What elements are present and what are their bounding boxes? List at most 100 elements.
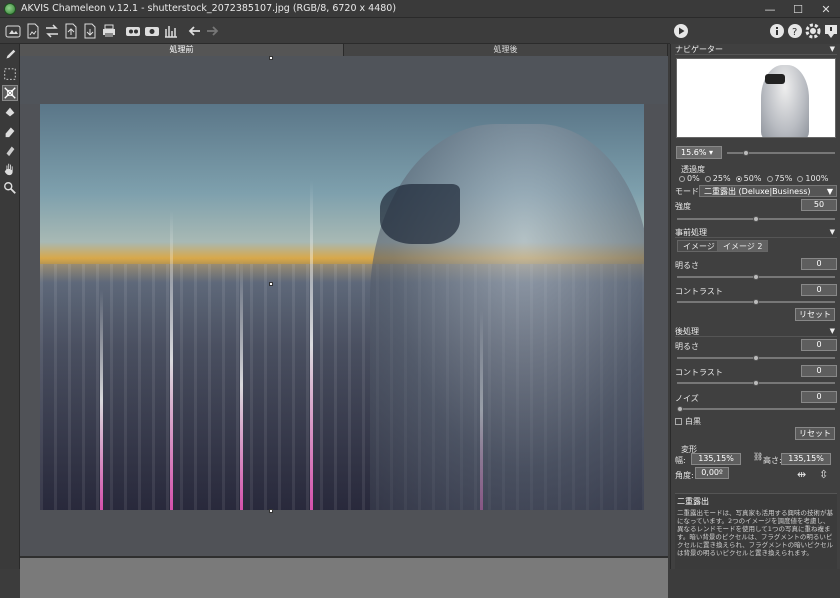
slider-knob[interactable]: [753, 380, 759, 386]
hand-tool-icon[interactable]: [2, 161, 18, 177]
post-processing-header[interactable]: 後処理 ▼: [675, 326, 837, 337]
load-fragment-icon[interactable]: [62, 22, 80, 40]
opacity-option-100[interactable]: 100%: [797, 174, 828, 183]
close-button[interactable]: ✕: [812, 0, 840, 18]
tab-before[interactable]: 処理前: [20, 44, 344, 56]
tab-after[interactable]: 処理後: [344, 44, 668, 56]
save-icon[interactable]: [81, 22, 99, 40]
navigator-preview[interactable]: [676, 58, 836, 138]
selection-tool-icon[interactable]: [2, 66, 18, 82]
strength-slider-knob[interactable]: [753, 216, 759, 222]
brush-tool-icon[interactable]: [2, 47, 18, 63]
help-title: 二重露出: [677, 497, 709, 506]
flip-vertical-icon[interactable]: ⇳: [819, 468, 828, 481]
slider-knob[interactable]: [753, 355, 759, 361]
slider-knob[interactable]: [677, 406, 683, 412]
pre-brightness-slider[interactable]: [677, 274, 835, 280]
tools-column: [0, 44, 20, 569]
fill-tool-icon[interactable]: [2, 104, 18, 120]
post-brightness-label: 明るさ: [675, 342, 699, 351]
flip-horizontal-icon[interactable]: ⇹: [797, 468, 806, 481]
before-after-tabs: 処理前 処理後: [20, 44, 668, 56]
angle-label: 角度:: [675, 471, 694, 480]
pre-brightness-value[interactable]: 0: [801, 258, 837, 270]
noise-slider[interactable]: [677, 406, 835, 412]
strength-slider[interactable]: [677, 216, 835, 222]
histogram-icon[interactable]: [162, 22, 180, 40]
post-brightness-slider[interactable]: [677, 355, 835, 361]
link-icon[interactable]: ⛓: [753, 452, 763, 461]
mode-label: モード: [675, 187, 699, 196]
collapse-icon[interactable]: ▼: [830, 326, 835, 337]
mode-dropdown[interactable]: 二重露出 (Deluxe|Business) ▼: [699, 185, 837, 197]
minimize-button[interactable]: —: [756, 0, 784, 18]
angle-value[interactable]: 0,00º: [695, 467, 729, 479]
swap-images-icon[interactable]: [43, 22, 61, 40]
opacity-option-75[interactable]: 75%: [766, 174, 792, 183]
tab-image-2[interactable]: イメージ 2: [717, 240, 769, 252]
composite-image[interactable]: [40, 104, 644, 510]
slider-knob[interactable]: [753, 299, 759, 305]
panel-toolbar: ?: [670, 18, 840, 44]
open-image-icon[interactable]: [24, 22, 42, 40]
title-bar: AKVIS Chameleon v.12.1 - shutterstock_20…: [0, 0, 840, 18]
run-icon[interactable]: [672, 22, 690, 40]
undo-icon[interactable]: [186, 22, 204, 40]
bw-checkbox[interactable]: 白黒: [675, 416, 701, 427]
pre-processing-header[interactable]: 事前処理 ▼: [675, 227, 837, 238]
opacity-options: 0% 25% 50% 75% 100%: [679, 174, 828, 183]
opacity-option-0[interactable]: 0%: [679, 174, 700, 183]
settings-panel: ナビゲーター ▼ 15.6% ▾ 透過度 0% 25% 50% 75% 100%…: [670, 44, 840, 569]
transform-handle[interactable]: [269, 509, 273, 513]
chevron-down-icon: ▼: [826, 187, 833, 196]
noise-value[interactable]: 0: [801, 391, 837, 403]
pre-reset-button[interactable]: リセット: [795, 308, 835, 321]
post-contrast-slider[interactable]: [677, 380, 835, 386]
noise-label: ノイズ: [675, 394, 699, 403]
zoom-slider[interactable]: [727, 150, 835, 156]
zoom-select[interactable]: 15.6% ▾: [676, 146, 722, 159]
eraser-alt-tool-icon[interactable]: [2, 142, 18, 158]
strength-label: 強度: [675, 202, 691, 211]
height-value[interactable]: 135,15%: [781, 453, 831, 465]
eraser-tool-icon[interactable]: [2, 123, 18, 139]
bw-label: 白黒: [685, 417, 701, 426]
maximize-button[interactable]: ☐: [784, 0, 812, 18]
width-value[interactable]: 135,15%: [691, 453, 741, 465]
pre-contrast-slider[interactable]: [677, 299, 835, 305]
transform-handle[interactable]: [269, 56, 273, 60]
neon-beam: [170, 210, 173, 510]
strength-value[interactable]: 50: [801, 199, 837, 211]
pre-contrast-value[interactable]: 0: [801, 284, 837, 296]
opacity-option-50[interactable]: 50%: [735, 174, 761, 183]
opacity-option-25[interactable]: 25%: [704, 174, 731, 183]
collapse-icon[interactable]: ▼: [830, 44, 835, 55]
help-icon[interactable]: ?: [786, 22, 804, 40]
pre-brightness-label: 明るさ: [675, 261, 699, 270]
svg-text:?: ?: [792, 27, 797, 38]
info-icon[interactable]: [768, 22, 786, 40]
redo-icon[interactable]: [203, 22, 221, 40]
post-contrast-value[interactable]: 0: [801, 365, 837, 377]
help-panel: 二重露出 二重露出モードは、写真家も活用する興味の技術が基になっています。2つの…: [675, 493, 837, 569]
width-label: 幅:: [675, 456, 686, 465]
canvas-bottom-area: [20, 558, 668, 598]
image-viewport[interactable]: [20, 56, 668, 556]
about-icon[interactable]: [4, 22, 22, 40]
neon-beam: [240, 260, 243, 510]
collapse-icon[interactable]: ▼: [830, 227, 835, 238]
post-reset-button[interactable]: リセット: [795, 427, 835, 440]
settings-photo-icon[interactable]: [143, 22, 161, 40]
navigator-header[interactable]: ナビゲーター ▼: [675, 44, 837, 55]
zoom-slider-knob[interactable]: [743, 150, 749, 156]
transform-handle[interactable]: [269, 282, 273, 286]
notifications-icon[interactable]: [822, 22, 840, 40]
transform-tool-icon[interactable]: [2, 85, 18, 101]
presets-icon[interactable]: [124, 22, 142, 40]
print-icon[interactable]: [100, 22, 118, 40]
post-brightness-value[interactable]: 0: [801, 339, 837, 351]
fragment-person: [370, 124, 644, 510]
slider-knob[interactable]: [753, 274, 759, 280]
zoom-tool-icon[interactable]: [2, 180, 18, 196]
gear-icon[interactable]: [804, 22, 822, 40]
